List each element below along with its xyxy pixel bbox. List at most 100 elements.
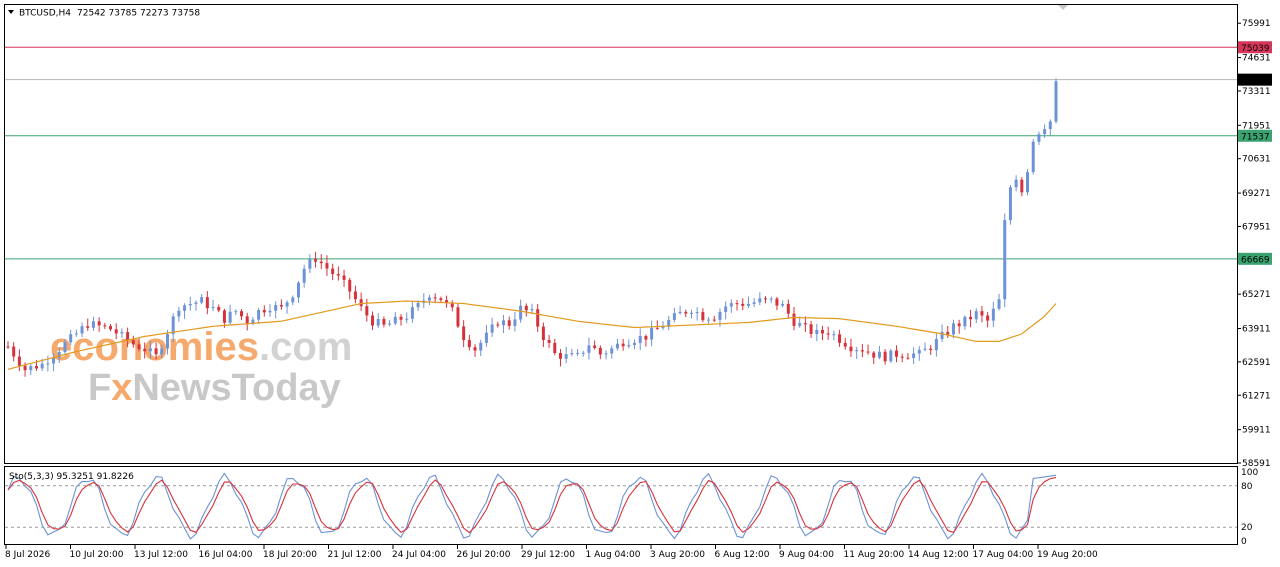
time-tick-label: 1 Aug 04:00 — [586, 550, 641, 560]
candle-body — [376, 319, 380, 326]
candle-body — [433, 297, 437, 299]
candle-body — [234, 311, 238, 313]
candle-body — [558, 353, 562, 359]
candle-body — [809, 324, 813, 334]
candle-body — [228, 311, 232, 323]
candle-body — [382, 319, 386, 325]
candle-body — [80, 326, 84, 334]
candle-body — [359, 299, 363, 307]
candle-body — [957, 323, 961, 327]
candle-body — [240, 311, 244, 317]
time-tick-label: 9 Aug 04:00 — [779, 550, 834, 560]
candle-body — [838, 334, 842, 343]
candle-body — [621, 343, 625, 347]
candle-body — [194, 302, 198, 304]
price-tick-label: 70631 — [1242, 155, 1271, 165]
scroll-marker-icon[interactable] — [1058, 5, 1068, 10]
candle-body — [769, 298, 773, 300]
time-tick-label: 11 Aug 20:00 — [844, 550, 905, 560]
candle-body — [650, 327, 654, 340]
candle-body — [183, 305, 187, 311]
candle-body — [1003, 220, 1007, 300]
candle-body — [109, 326, 113, 330]
watermark: economies.com FxNewsToday — [50, 325, 352, 409]
candle-body — [764, 298, 768, 300]
candle-body — [536, 309, 540, 327]
time-tick-label: 14 Aug 12:00 — [908, 550, 969, 560]
candle-body — [205, 297, 209, 309]
candle-body — [815, 329, 819, 334]
candle-body — [23, 365, 27, 371]
candle-body — [319, 261, 323, 264]
candle-body — [695, 312, 699, 314]
candle-body — [672, 313, 676, 320]
candle-body — [678, 311, 682, 314]
candle-body — [758, 298, 762, 303]
candle-body — [513, 319, 517, 326]
level-label-66669: 66669 — [1241, 255, 1270, 265]
price-tick-label: 73311 — [1242, 87, 1271, 97]
candle-body — [684, 311, 688, 314]
candle-body — [581, 352, 585, 354]
candle-body — [439, 298, 443, 301]
candle-body — [1031, 141, 1035, 173]
ohlc-values: 72542 73785 72273 73758 — [77, 9, 200, 19]
time-tick-label: 29 Jul 12:00 — [521, 550, 575, 560]
candle-body — [399, 316, 403, 320]
candle-body — [1026, 172, 1030, 193]
candle-body — [371, 315, 375, 326]
price-tick-label: 75991 — [1242, 19, 1271, 29]
candle-body — [798, 323, 802, 326]
time-tick-label: 3 Aug 20:00 — [650, 550, 705, 560]
candle-body — [114, 329, 118, 334]
candle-body — [490, 324, 494, 333]
candle-body — [530, 309, 534, 311]
candle-body — [365, 306, 369, 316]
candle-body — [951, 323, 955, 335]
time-tick-label: 21 Jul 12:00 — [328, 550, 382, 560]
candle-body — [792, 313, 796, 326]
stochastic-axis: 100 80 20 0 — [1241, 468, 1258, 547]
watermark-x: x — [111, 367, 132, 409]
time-tick-label: 19 Aug 20:00 — [1037, 550, 1098, 560]
dropdown-icon[interactable] — [8, 10, 14, 14]
candle-body — [991, 308, 995, 321]
candle-body — [410, 307, 414, 319]
horizontal-levels — [5, 46, 1237, 260]
level-label-71537: 71537 — [1241, 132, 1270, 142]
candle-body — [462, 326, 466, 340]
candle-body — [137, 344, 141, 350]
candle-body — [570, 353, 574, 355]
candle-body — [803, 323, 807, 325]
candle-body — [467, 339, 471, 348]
candle-body — [906, 357, 910, 359]
candle-body — [200, 297, 204, 303]
candle-body — [52, 357, 56, 364]
candle-body — [969, 316, 973, 320]
candle-body — [598, 347, 602, 355]
candle-body — [268, 310, 272, 313]
candle-body — [900, 356, 904, 358]
candle-body — [627, 344, 631, 347]
candle-body — [507, 320, 511, 326]
candle-body — [661, 326, 665, 329]
candle-body — [1020, 179, 1024, 193]
level-label-75039: 75039 — [1241, 44, 1270, 54]
watermark-newstoday: NewsToday — [132, 367, 340, 409]
stochastic-tick-label: 100 — [1241, 468, 1258, 478]
candle-body — [934, 338, 938, 351]
candle-body — [143, 349, 147, 352]
price-tick-label: 67951 — [1242, 222, 1271, 232]
price-tick-label: 63911 — [1242, 325, 1271, 335]
candle-body — [883, 351, 887, 362]
time-tick-label: 6 Aug 12:00 — [715, 550, 770, 560]
candle-body — [917, 349, 921, 354]
candle-body — [325, 263, 329, 269]
time-tick-label: 26 Jul 20:00 — [457, 550, 511, 560]
candle-body — [148, 348, 152, 352]
candle-body — [46, 363, 50, 365]
price-tick-label: 65271 — [1242, 290, 1271, 300]
candle-body — [980, 311, 984, 316]
candle-body — [655, 327, 659, 329]
price-chart[interactable]: economies.com FxNewsToday 75991 74631 7331… — [0, 0, 1280, 567]
